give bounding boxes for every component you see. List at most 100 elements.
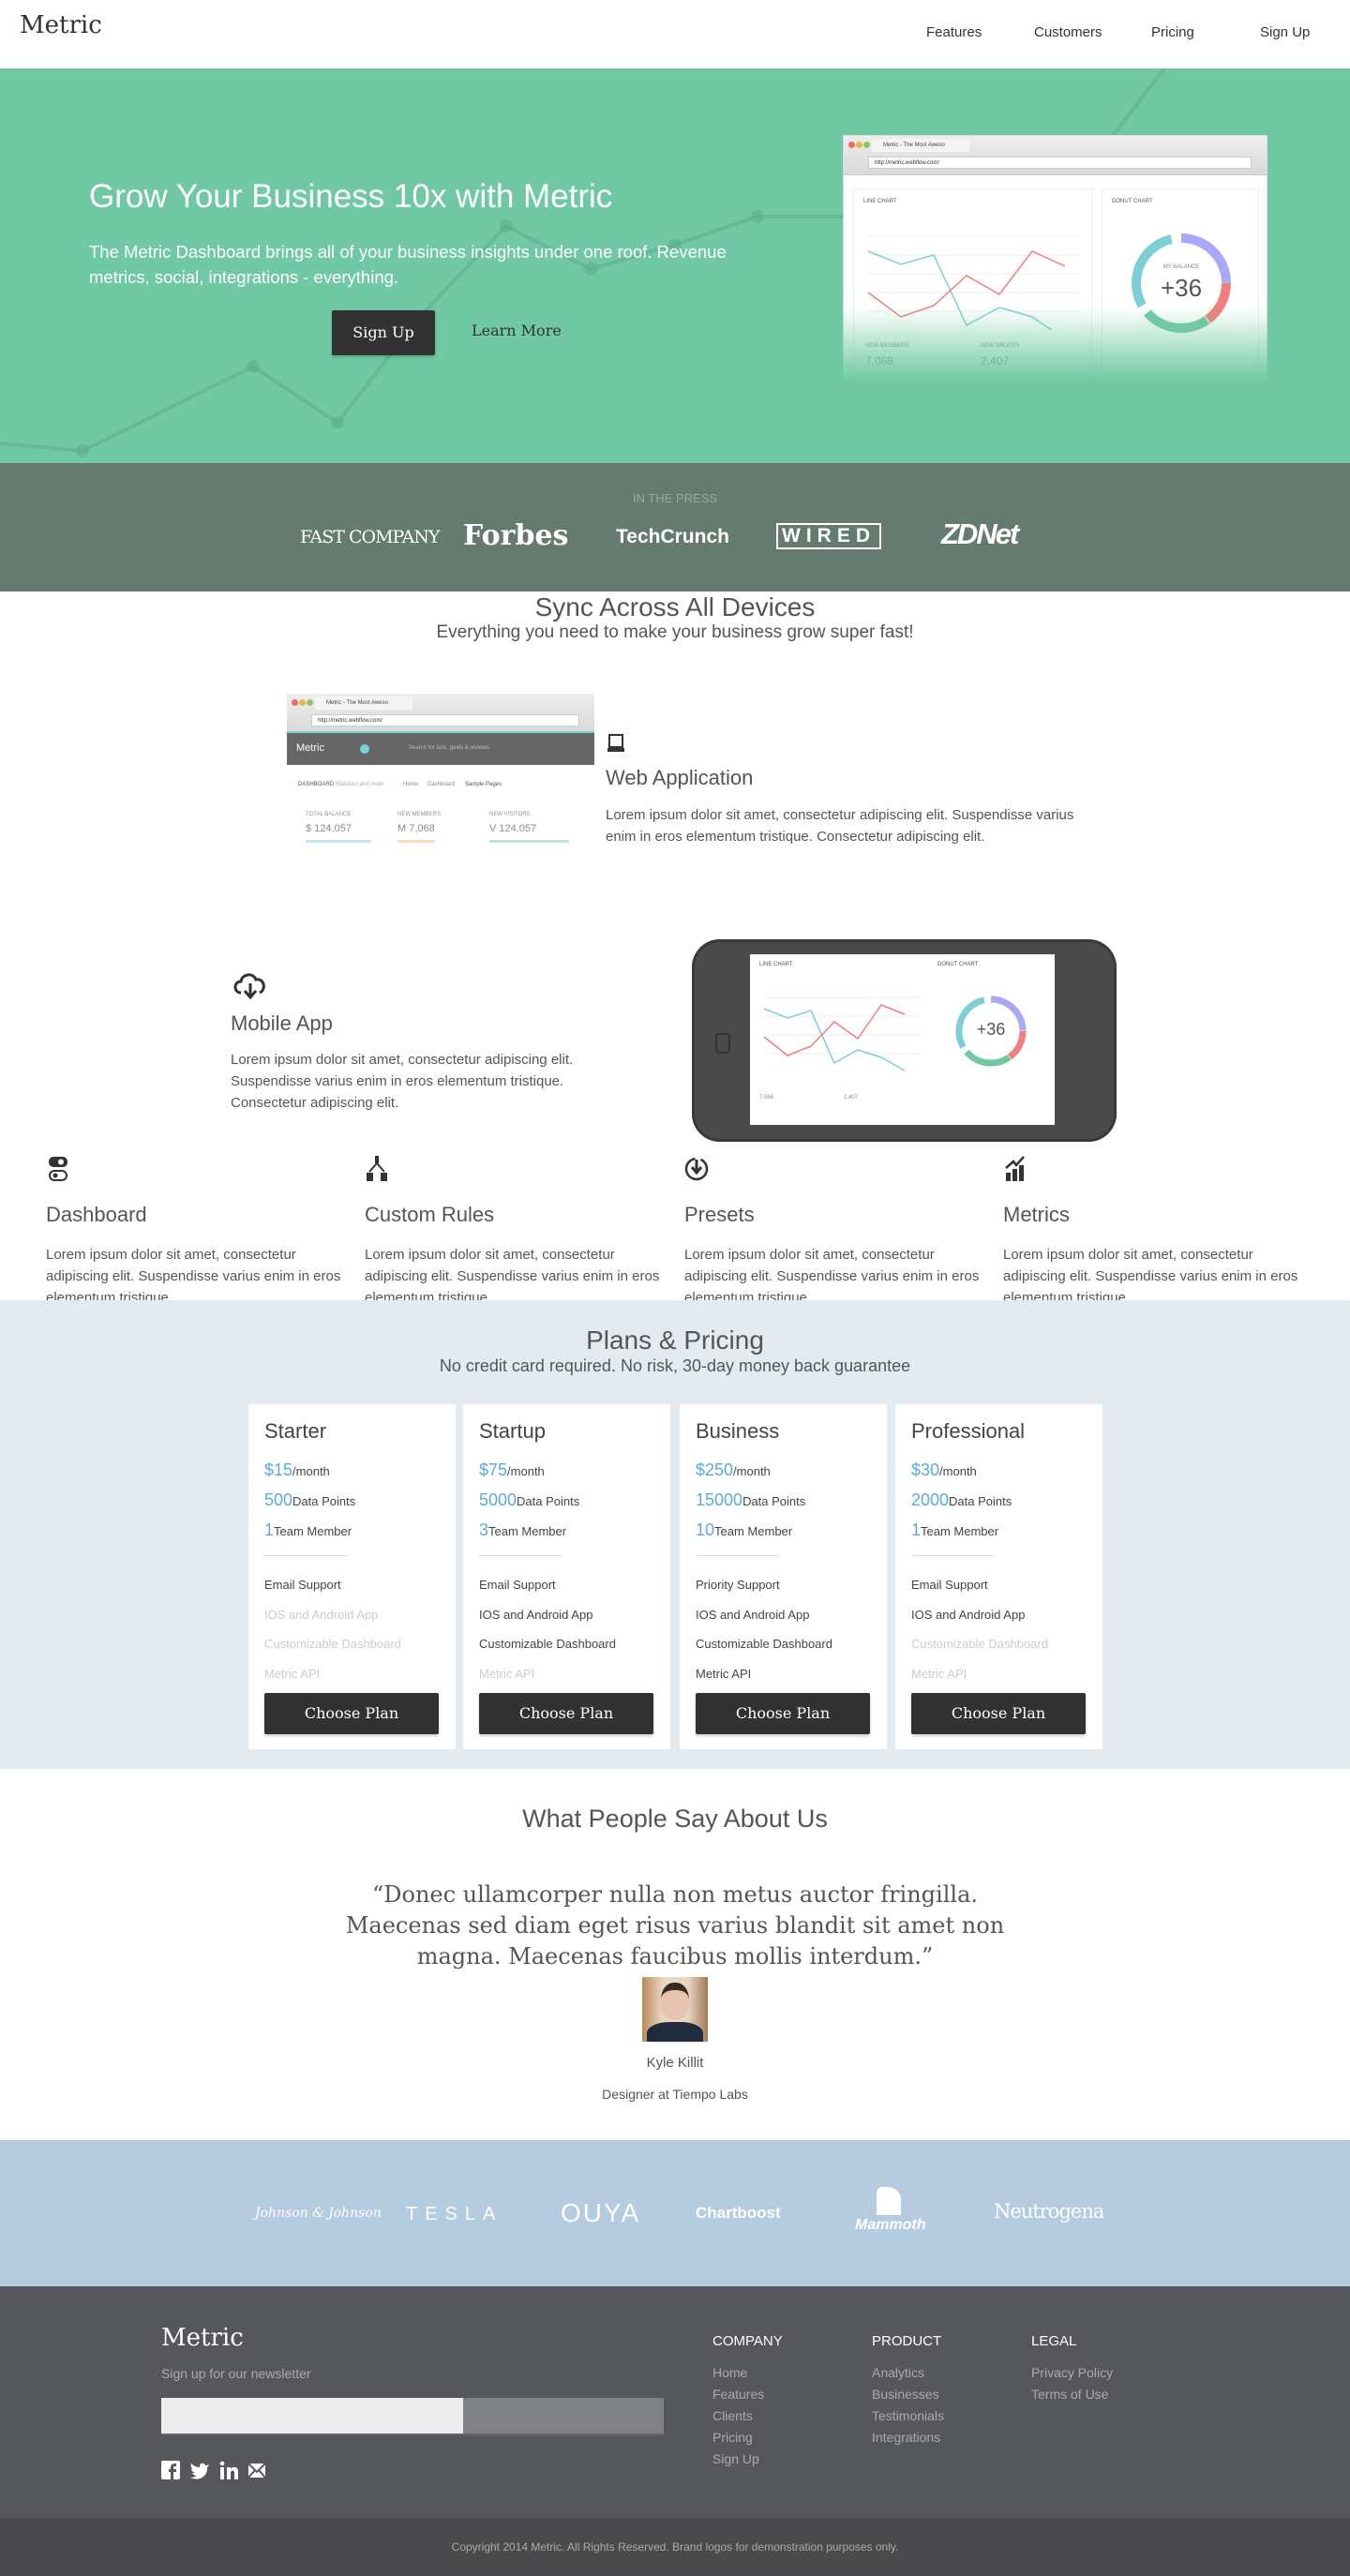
plan-feature: Customizable Dashboard bbox=[479, 1637, 616, 1651]
footer-link[interactable]: Testimonials bbox=[872, 2408, 944, 2423]
nav-pricing[interactable]: Pricing bbox=[1151, 24, 1194, 40]
hero-title: Grow Your Business 10x with Metric bbox=[89, 178, 613, 215]
new-orders-label: NEW ORDERS bbox=[981, 343, 1020, 349]
feature-title: Presets bbox=[684, 1203, 755, 1226]
divider bbox=[696, 1555, 778, 1556]
neutrogena-logo: Neutrogena bbox=[994, 2200, 1104, 2223]
copyright-bar: Copyright 2014 Metric. All Rights Reserv… bbox=[0, 2518, 1350, 2576]
donut-chart-title: DONUT CHART bbox=[938, 962, 979, 967]
feature-dashboard: Dashboard Lorem ipsum dolor sit amet, co… bbox=[46, 1155, 346, 1309]
divider bbox=[911, 1555, 994, 1556]
footer-link[interactable]: Home bbox=[712, 2365, 747, 2380]
plan-team-members: 10Team Member bbox=[696, 1520, 793, 1539]
nav-customers[interactable]: Customers bbox=[1034, 24, 1102, 40]
avatar bbox=[642, 1977, 708, 2042]
nav-signup[interactable]: Sign Up bbox=[1260, 24, 1310, 40]
footer-link[interactable]: Clients bbox=[712, 2408, 753, 2423]
logo[interactable]: Metric bbox=[20, 11, 102, 39]
press-label: IN THE PRESS bbox=[632, 491, 718, 505]
plan-feature: Metric API bbox=[911, 1667, 968, 1681]
sync-title: Sync Across All Devices bbox=[534, 592, 816, 622]
tesla-logo: TESLA bbox=[406, 2204, 503, 2224]
footer-link[interactable]: Privacy Policy bbox=[1031, 2365, 1113, 2380]
mock-search: Search for task, goals & reviews bbox=[409, 745, 489, 751]
footer-link[interactable]: Terms of Use bbox=[1031, 2387, 1108, 2402]
ouya-logo: OUYA bbox=[561, 2198, 641, 2227]
clients-section: Johnson & Johnson TESLA OUYA Chartboost … bbox=[0, 2140, 1350, 2286]
footer-link[interactable]: Pricing bbox=[712, 2430, 753, 2445]
feature-text: Lorem ipsum dolor sit amet, consectetur … bbox=[365, 1247, 660, 1306]
footer-link[interactable]: Businesses bbox=[872, 2387, 939, 2402]
zdnet-logo: ZDNet bbox=[941, 517, 1019, 550]
plan-data-points: 2000Data Points bbox=[911, 1490, 1012, 1509]
mammoth-icon bbox=[877, 2187, 901, 2215]
plan-feature: Metric API bbox=[479, 1667, 535, 1681]
johnson-logo: Johnson & Johnson bbox=[255, 2206, 382, 2221]
plan-price: $30/month bbox=[911, 1460, 977, 1479]
email-icon[interactable] bbox=[248, 2461, 266, 2479]
phone-screen: LINE CHART 7,068 2,407 DONUT CHART +36 bbox=[750, 954, 1055, 1125]
divider bbox=[479, 1555, 562, 1556]
plan-price: $15/month bbox=[264, 1460, 330, 1479]
plan-feature: Email Support bbox=[479, 1578, 556, 1592]
new-orders-value: 2,407 bbox=[844, 1095, 859, 1101]
hero-text: The Metric Dashboard brings all of your … bbox=[89, 242, 727, 287]
footer-link[interactable]: Sign Up bbox=[712, 2451, 759, 2466]
plan-price: $250/month bbox=[696, 1460, 771, 1479]
plan-feature: IOS and Android App bbox=[911, 1608, 1026, 1622]
footer: Metric Sign up for our newsletter COMPAN… bbox=[0, 2286, 1350, 2518]
mock-crumb-sub: Statistics and more bbox=[336, 782, 384, 787]
mobile-app-text: Lorem ipsum dolor sit amet, consectetur … bbox=[231, 1052, 574, 1111]
mock-stat: NEW MEMBERS M 7,068 bbox=[398, 812, 441, 843]
fastcompany-logo: FAST COMPANY bbox=[300, 527, 440, 547]
chartboost-logo: Chartboost bbox=[696, 2204, 781, 2222]
feature-title: Metrics bbox=[1003, 1203, 1070, 1226]
plan-feature: IOS and Android App bbox=[479, 1608, 593, 1622]
linkedin-icon[interactable] bbox=[219, 2461, 238, 2479]
footer-link[interactable]: Analytics bbox=[872, 2365, 924, 2380]
plan-feature: Customizable Dashboard bbox=[264, 1637, 401, 1651]
nav-features[interactable]: Features bbox=[926, 24, 982, 40]
sync-subtitle: Everything you need to make your busines… bbox=[436, 622, 914, 642]
line-chart-title: LINE CHART bbox=[759, 962, 793, 967]
press-section: IN THE PRESS FAST COMPANY Forbes TechCru… bbox=[0, 463, 1350, 592]
top-nav: Metric Features Customers Pricing Sign U… bbox=[0, 0, 1350, 68]
testimonial-role: Designer at Tiempo Labs bbox=[602, 2087, 748, 2102]
browser-url: http://metric.webflow.com/ bbox=[868, 157, 1252, 169]
choose-plan-button[interactable]: Choose Plan bbox=[696, 1693, 870, 1734]
new-members-value: 7,068 bbox=[865, 354, 894, 367]
mock-crumb: DASHBOARD bbox=[298, 782, 335, 787]
footer-link[interactable]: Integrations bbox=[872, 2430, 940, 2445]
pricing-card-starter: Starter $15/month 500Data Points 1Team M… bbox=[248, 1404, 456, 1749]
pricing-card-business: Business $250/month 15000Data Points 10T… bbox=[680, 1404, 887, 1749]
feature-text: Lorem ipsum dolor sit amet, consectetur … bbox=[1003, 1247, 1298, 1306]
choose-plan-button[interactable]: Choose Plan bbox=[479, 1693, 653, 1734]
techcrunch-logo: TechCrunch bbox=[616, 526, 729, 547]
footer-logo: Metric bbox=[161, 2324, 244, 2352]
newsletter-email-input[interactable] bbox=[161, 2398, 463, 2435]
testimonial-title: What People Say About Us bbox=[522, 1805, 828, 1833]
feature-presets: Presets Lorem ipsum dolor sit amet, cons… bbox=[684, 1155, 984, 1309]
choose-plan-button[interactable]: Choose Plan bbox=[264, 1693, 439, 1734]
choose-plan-button[interactable]: Choose Plan bbox=[911, 1693, 1086, 1734]
balance-value: +36 bbox=[1160, 274, 1203, 302]
timer-icon bbox=[684, 1157, 709, 1181]
feature-title: Dashboard bbox=[46, 1203, 147, 1226]
plan-feature: Customizable Dashboard bbox=[696, 1637, 832, 1651]
testimonial-quote: “Donec ullamcorper nulla non metus aucto… bbox=[345, 1881, 1005, 1969]
newsletter-label: Sign up for our newsletter bbox=[161, 2366, 311, 2381]
feature-custom-rules: Custom Rules Lorem ipsum dolor sit amet,… bbox=[365, 1155, 665, 1309]
twitter-icon[interactable] bbox=[189, 2461, 210, 2479]
footer-link[interactable]: Features bbox=[712, 2387, 764, 2402]
hero-signup-button[interactable]: Sign Up bbox=[332, 310, 435, 355]
laptop-icon bbox=[606, 733, 624, 754]
pricing-subtitle: No credit card required. No risk, 30-day… bbox=[439, 1356, 911, 1375]
newsletter-submit-button[interactable] bbox=[463, 2398, 664, 2435]
testimonial-section: What People Say About Us “Donec ullamcor… bbox=[0, 1769, 1350, 2140]
learn-more-link[interactable]: Learn More bbox=[472, 322, 562, 339]
plan-team-members: 1Team Member bbox=[911, 1520, 999, 1539]
plan-name: Business bbox=[696, 1419, 780, 1443]
mock-link: Sample Pages bbox=[465, 782, 502, 787]
plan-name: Starter bbox=[264, 1419, 327, 1443]
facebook-icon[interactable] bbox=[161, 2461, 180, 2479]
